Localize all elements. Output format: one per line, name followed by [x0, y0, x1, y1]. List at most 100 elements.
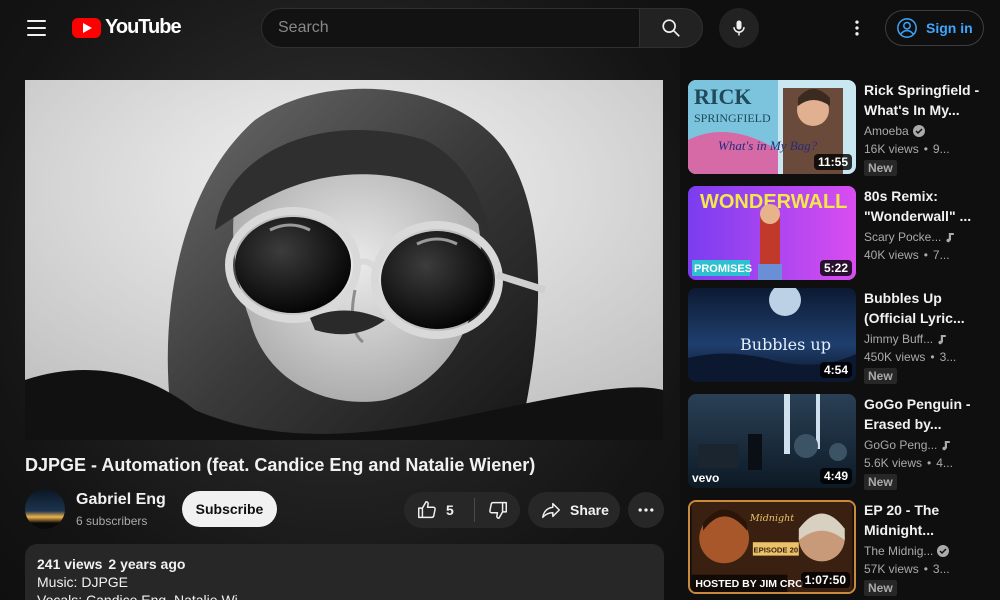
related-video-item[interactable]: RICK SPRINGFIELD What's in My Bag? 11:55…	[688, 80, 988, 176]
related-age: 3...	[925, 350, 956, 364]
search-input[interactable]	[262, 9, 640, 47]
channel-label: GoGo Peng...	[864, 438, 938, 452]
related-stats: 450K views3...	[864, 350, 956, 364]
related-video-title: Rick Springfield - What's In My...	[864, 82, 980, 118]
description-line: Vocals: Candice Eng, Natalie Wi...	[37, 592, 250, 600]
related-channel-name: Scary Pocke...	[864, 230, 957, 244]
new-badge: New	[864, 368, 897, 384]
like-dislike-group: 5	[404, 492, 520, 528]
video-thumbnail[interactable]: vevo 4:49	[688, 394, 856, 488]
related-stats: 16K views9...	[864, 142, 950, 156]
youtube-play-icon	[72, 17, 101, 38]
related-age: 9...	[919, 142, 950, 156]
sign-in-label: Sign in	[926, 20, 973, 36]
related-video-item[interactable]: Midnight EPISODE 20 HOSTED BY JIM CRO 1:…	[688, 500, 988, 596]
related-age: 7...	[919, 248, 950, 262]
search-button[interactable]	[639, 8, 703, 48]
thumb-down-icon	[488, 501, 507, 519]
new-badge: New	[864, 160, 897, 176]
video-thumbnail[interactable]: RICK SPRINGFIELD What's in My Bag? 11:55	[688, 80, 856, 174]
related-video-item[interactable]: WONDERWALL PROMISES 5:22 80s Remix: "Won…	[688, 186, 988, 280]
video-duration: 5:22	[819, 260, 852, 276]
video-title: DJPGE - Automation (feat. Candice Eng an…	[25, 455, 536, 475]
related-age: 3...	[919, 562, 950, 576]
music-note-icon	[938, 335, 946, 345]
related-stats: 57K views3...	[864, 562, 950, 576]
video-duration: 4:54	[819, 362, 852, 378]
voice-search-button[interactable]	[719, 8, 759, 48]
related-stats: 40K views7...	[864, 248, 950, 262]
channel-name[interactable]: Gabriel Eng	[76, 491, 166, 509]
svg-text:vevo: vevo	[692, 471, 719, 485]
settings-more-button[interactable]	[841, 12, 873, 44]
upload-age: 2 years ago	[108, 556, 186, 572]
new-badge: New	[864, 580, 897, 596]
share-button[interactable]: Share	[528, 492, 620, 528]
verified-icon	[937, 545, 950, 557]
related-video-title: 80s Remix: "Wonderwall" ...	[864, 188, 972, 224]
channel-label: Jimmy Buff...	[864, 332, 934, 346]
related-video-title: EP 20 - The Midnight...	[864, 502, 940, 538]
related-channel-name: Jimmy Buff...	[864, 332, 949, 346]
related-channel-name: Amoeba	[864, 124, 925, 138]
share-label: Share	[570, 502, 609, 518]
svg-text:HOSTED BY JIM CRO: HOSTED BY JIM CRO	[695, 578, 803, 590]
description-line: Music: DJPGE	[37, 574, 129, 590]
video-thumbnail[interactable]: WONDERWALL PROMISES 5:22	[688, 186, 856, 280]
related-video-title: Bubbles Up (Official Lyric...	[864, 290, 965, 326]
video-frame	[25, 80, 663, 440]
svg-text:PROMISES: PROMISES	[694, 263, 752, 275]
thumb-up-icon	[418, 501, 436, 519]
related-channel-name: GoGo Peng...	[864, 438, 953, 452]
video-thumbnail[interactable]: Midnight EPISODE 20 HOSTED BY JIM CRO 1:…	[688, 500, 856, 594]
related-views: 40K views	[864, 248, 919, 262]
video-player[interactable]	[25, 80, 663, 440]
account-icon	[897, 18, 917, 38]
related-views: 16K views	[864, 142, 919, 156]
video-duration: 4:49	[819, 468, 852, 484]
search-icon	[662, 19, 680, 37]
svg-text:Bubbles up: Bubbles up	[740, 335, 831, 354]
channel-label: Amoeba	[864, 124, 909, 138]
video-thumbnail[interactable]: Bubbles up 4:54	[688, 288, 856, 382]
video-duration: 11:55	[813, 154, 852, 170]
related-views: 57K views	[864, 562, 919, 576]
masthead: YouTube Sign in	[0, 0, 1000, 56]
search-box	[261, 8, 640, 48]
view-count: 241 views	[37, 556, 103, 572]
logo-text: YouTube	[105, 16, 182, 38]
channel-label: Scary Pocke...	[864, 230, 942, 244]
svg-text:RICK: RICK	[694, 84, 751, 109]
svg-text:What's in My Bag?: What's in My Bag?	[718, 138, 818, 153]
svg-text:Midnight: Midnight	[749, 513, 794, 524]
related-video-item[interactable]: vevo 4:49 GoGo Penguin - Erased by... Go…	[688, 394, 988, 490]
music-note-icon	[946, 233, 955, 243]
view-count-date: 241 views 2 years ago	[37, 556, 652, 572]
new-badge: New	[864, 474, 897, 490]
sign-in-button[interactable]: Sign in	[885, 10, 984, 46]
svg-text:SPRINGFIELD: SPRINGFIELD	[694, 111, 771, 125]
music-note-icon	[942, 441, 951, 451]
more-horiz-icon	[638, 508, 654, 512]
related-video-title: GoGo Penguin - Erased by...	[864, 396, 971, 432]
youtube-logo[interactable]: YouTube	[72, 16, 182, 39]
related-channel-name: The Midnig...	[864, 544, 950, 558]
related-views: 5.6K views	[864, 456, 923, 470]
subscriber-count: 6 subscribers	[76, 514, 148, 528]
related-stats: 5.6K views4...	[864, 456, 953, 470]
subscribe-button[interactable]: Subscribe	[182, 491, 277, 527]
related-age: 4...	[922, 456, 953, 470]
svg-text:EPISODE 20: EPISODE 20	[754, 546, 799, 555]
channel-label: The Midnig...	[864, 544, 934, 558]
video-duration: 1:07:50	[800, 572, 850, 588]
dislike-button[interactable]	[475, 492, 520, 528]
like-button[interactable]: 5	[404, 492, 474, 528]
more-vert-icon	[855, 20, 859, 36]
related-views: 450K views	[864, 350, 926, 364]
related-video-item[interactable]: Bubbles up 4:54 Bubbles Up (Official Lyr…	[688, 288, 988, 384]
menu-icon[interactable]	[16, 10, 56, 46]
description-box[interactable]: 241 views 2 years ago Music: DJPGE Vocals…	[25, 544, 664, 600]
mic-icon	[733, 20, 745, 36]
more-actions-button[interactable]	[628, 492, 664, 528]
channel-avatar[interactable]	[25, 489, 65, 529]
